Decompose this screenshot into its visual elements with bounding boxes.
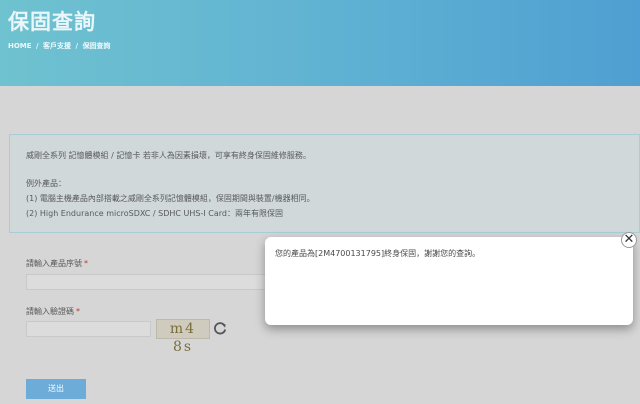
refresh-icon[interactable] [212, 320, 228, 336]
submit-button[interactable]: 送出 [26, 379, 86, 399]
breadcrumb-separator: / [75, 42, 78, 50]
breadcrumb-home[interactable]: HOME [8, 42, 32, 50]
info-line: 威剛全系列 記憶體模組 / 記憶卡 若非人為因素損壞，可享有終身保固維修服務。 [26, 151, 311, 160]
page-header: 保固查詢 HOME / 客戶支援 / 保固查詢 [0, 0, 640, 86]
breadcrumb-support[interactable]: 客戶支援 [43, 42, 71, 50]
info-line: (1) 電腦主機產品內部搭載之威剛全系列記憶體模組，保固期間與裝置/機器相同。 [26, 194, 315, 203]
captcha-label: 請輸入驗證碼 * [26, 307, 80, 316]
warranty-info-box: 威剛全系列 記憶體模組 / 記憶卡 若非人為因素損壞，可享有終身保固維修服務。 … [9, 134, 640, 233]
captcha-image: m4 8s [156, 319, 210, 355]
serial-label: 請輸入產品序號 * [26, 259, 88, 268]
breadcrumb-current: 保固查詢 [82, 42, 111, 50]
breadcrumb-separator: / [36, 42, 39, 50]
required-mark: * [84, 259, 88, 268]
breadcrumb: HOME / 客戶支援 / 保固查詢 [8, 41, 112, 51]
info-line: 例外產品： [26, 179, 66, 188]
required-mark: * [76, 307, 80, 316]
result-modal: 您的產品為[2M4700131795]終身保固，謝謝您的查詢。 [265, 237, 633, 325]
close-icon[interactable]: ✕ [621, 232, 637, 248]
result-message: 您的產品為[2M4700131795]終身保固，謝謝您的查詢。 [275, 249, 481, 258]
page-title: 保固查詢 [8, 10, 96, 34]
serial-input[interactable] [26, 274, 266, 290]
info-line: (2) High Endurance microSDXC / SDHC UHS-… [26, 209, 283, 218]
captcha-input[interactable] [26, 321, 151, 337]
